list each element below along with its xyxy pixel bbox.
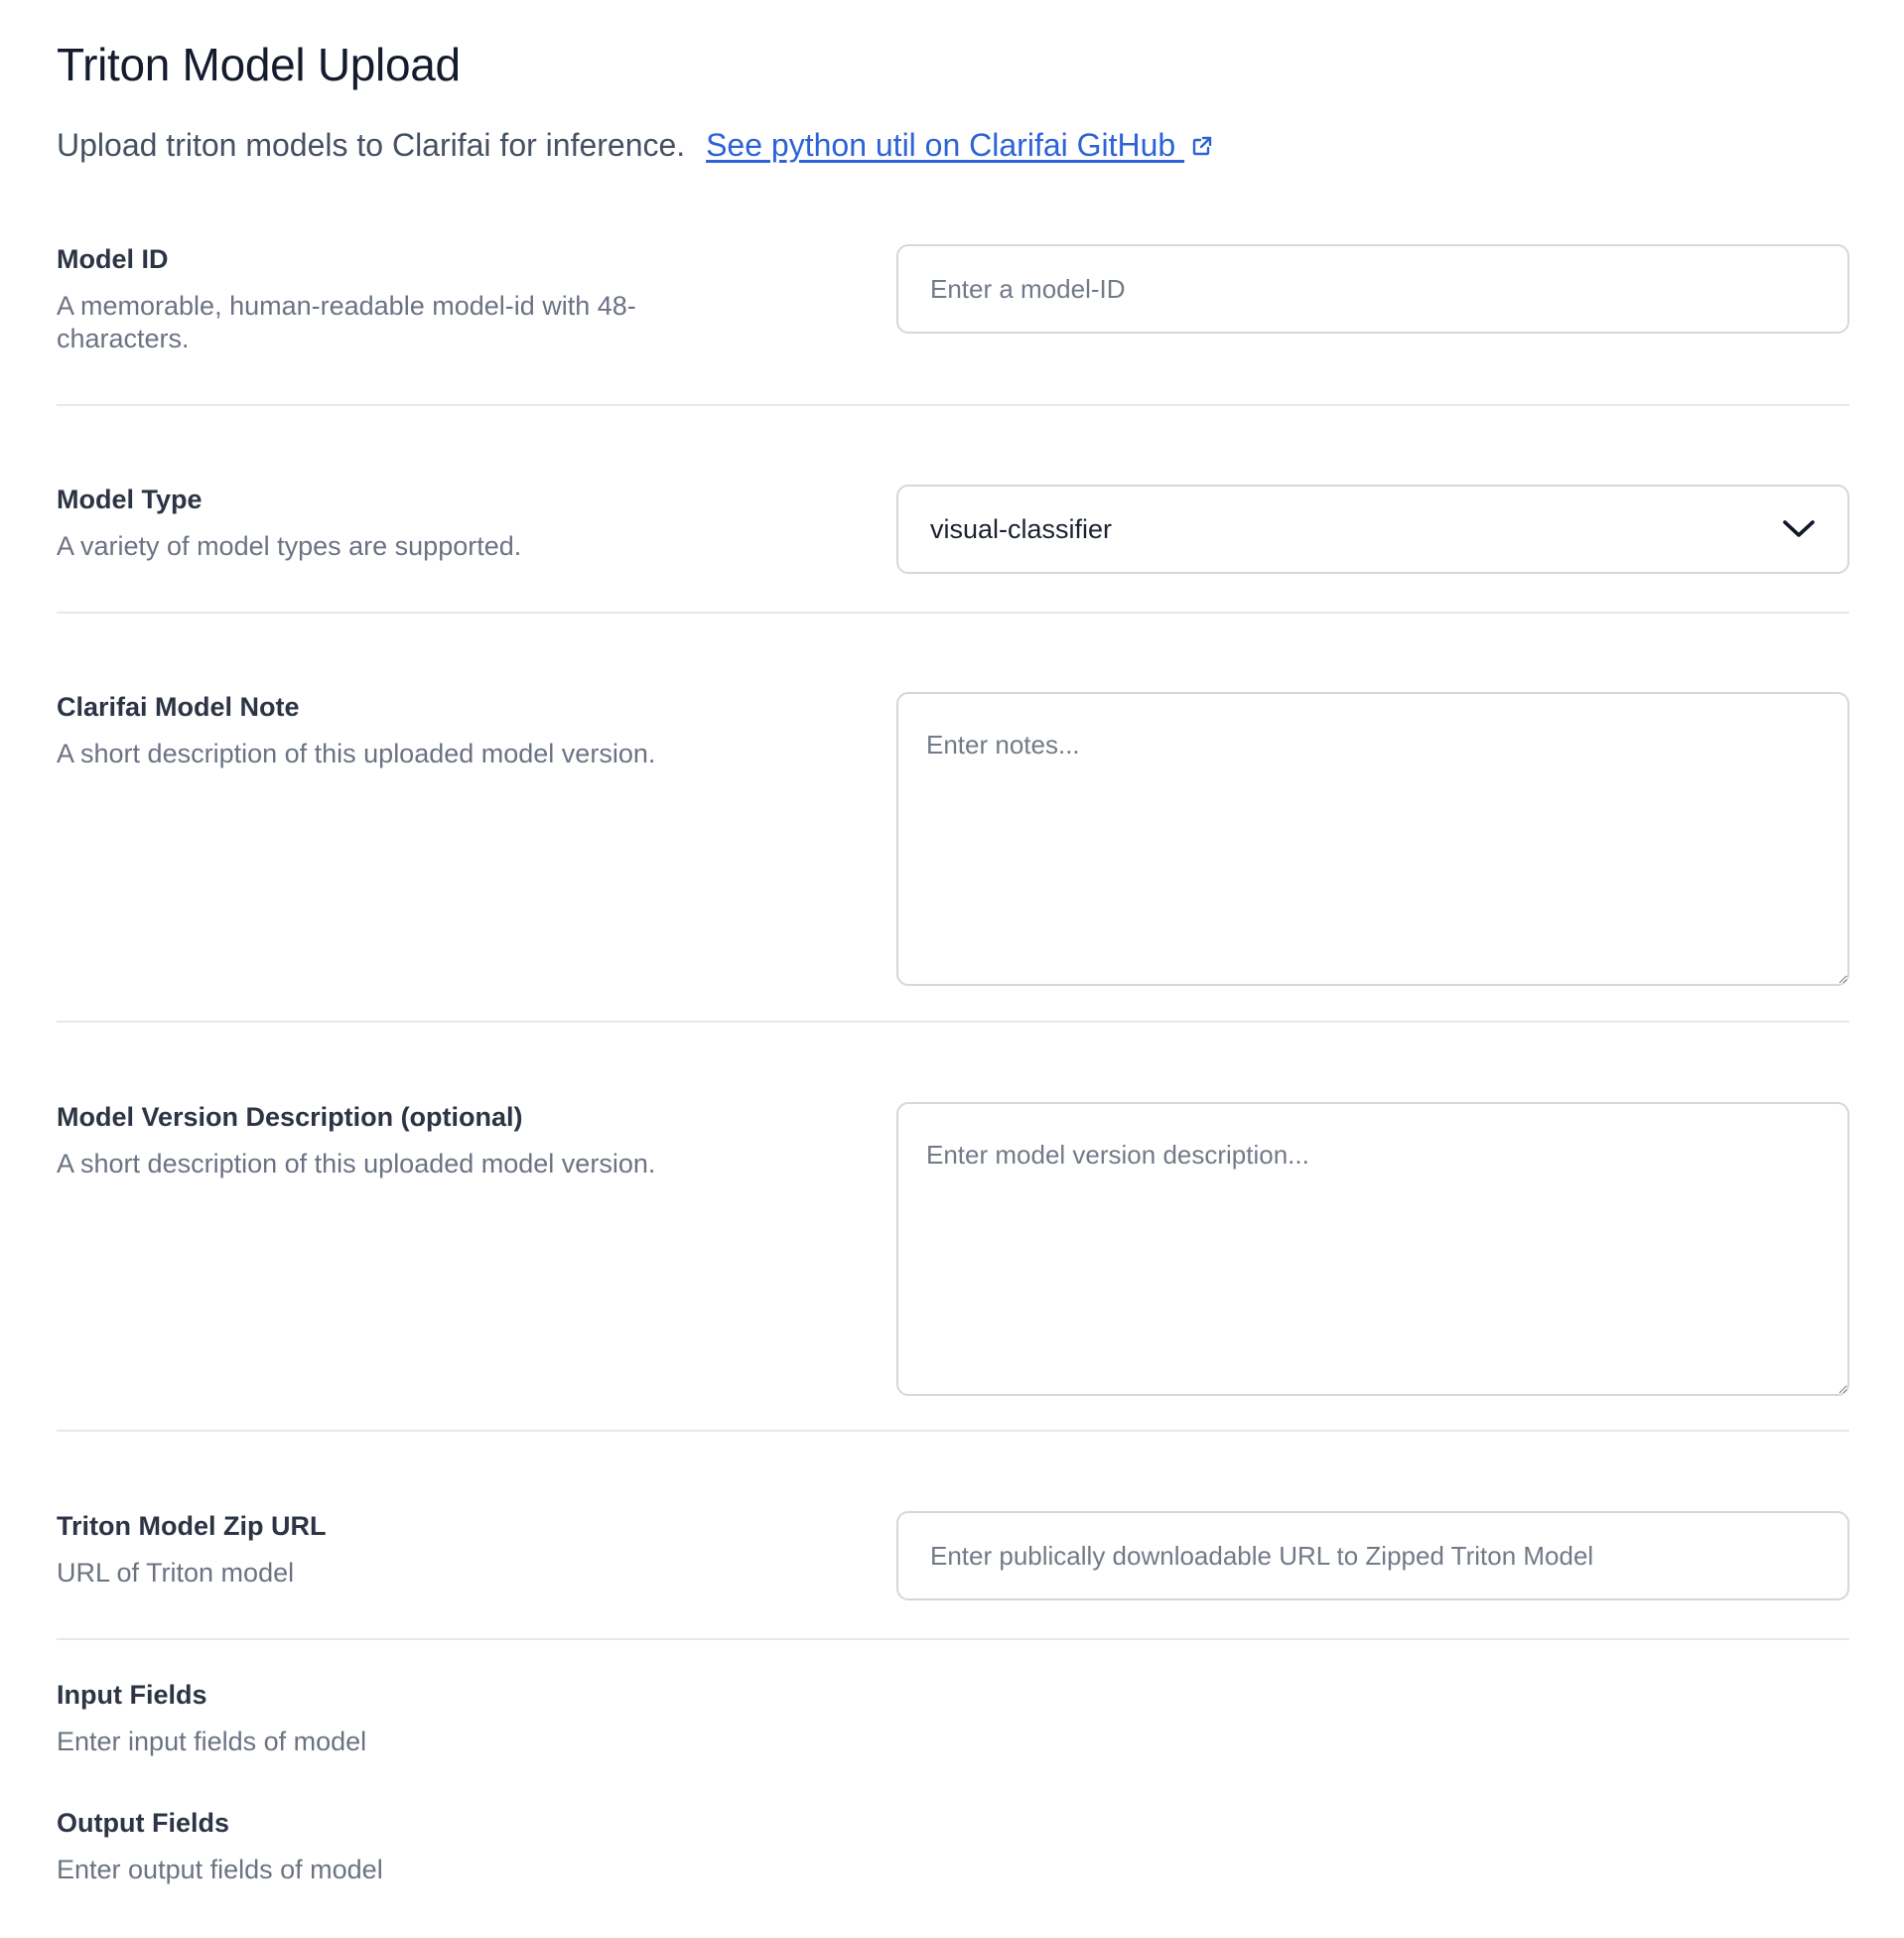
- divider: [57, 1021, 1849, 1023]
- model-type-label: Model Type: [57, 484, 203, 514]
- version-description-hint: A short description of this uploaded mod…: [57, 1149, 656, 1178]
- model-id-label: Model ID: [57, 244, 169, 274]
- model-note-textarea[interactable]: [896, 692, 1849, 986]
- divider: [57, 404, 1849, 406]
- zip-url-label: Triton Model Zip URL: [57, 1511, 327, 1541]
- page-title: Triton Model Upload: [57, 39, 461, 90]
- input-fields-hint: Enter input fields of model: [57, 1727, 367, 1756]
- triton-upload-page: Triton Model Upload Upload triton models…: [0, 0, 1904, 1938]
- model-type-selected-value: visual-classifier: [930, 513, 1113, 544]
- divider: [57, 1430, 1849, 1432]
- model-type-select[interactable]: visual-classifier: [896, 484, 1849, 574]
- output-fields-hint: Enter output fields of model: [57, 1855, 383, 1884]
- github-link-label: See python util on Clarifai GitHub: [706, 127, 1185, 163]
- input-fields-label: Input Fields: [57, 1680, 207, 1710]
- intro-text: Upload triton models to Clarifai for inf…: [57, 127, 686, 163]
- chevron-down-icon: [1783, 520, 1815, 537]
- version-description-label: Model Version Description (optional): [57, 1102, 523, 1132]
- model-note-label: Clarifai Model Note: [57, 692, 300, 722]
- github-link[interactable]: See python util on Clarifai GitHub: [706, 127, 1214, 163]
- zip-url-input[interactable]: [896, 1511, 1849, 1600]
- divider: [57, 612, 1849, 614]
- model-type-hint: A variety of model types are supported.: [57, 531, 522, 561]
- divider: [57, 1638, 1849, 1640]
- model-note-hint: A short description of this uploaded mod…: [57, 739, 656, 768]
- model-id-input[interactable]: [896, 244, 1849, 334]
- intro: Upload triton models to Clarifai for inf…: [57, 127, 1214, 164]
- model-id-hint: A memorable, human-readable model-id wit…: [57, 291, 636, 353]
- zip-url-hint: URL of Triton model: [57, 1558, 295, 1588]
- output-fields-label: Output Fields: [57, 1808, 229, 1838]
- version-description-textarea[interactable]: [896, 1102, 1849, 1396]
- external-link-icon: [1192, 136, 1212, 156]
